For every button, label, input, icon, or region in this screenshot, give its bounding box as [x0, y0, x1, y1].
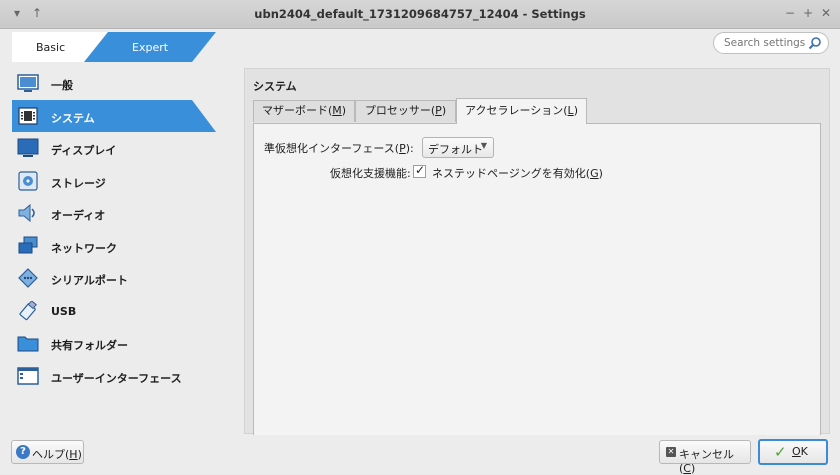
tab-processor[interactable]: プロセッサー(P) [355, 100, 456, 122]
tab-label: プロセッサー( [364, 104, 436, 117]
help-label-suffix: ) [77, 448, 82, 461]
search-icon[interactable] [808, 36, 822, 50]
help-button[interactable]: ? ヘルプ(H) [11, 440, 84, 464]
button-bar: ? ヘルプ(H) ✕ キャンセル(C) ✓ OK [0, 434, 840, 475]
nested-paging-label-suffix: ) [598, 167, 603, 180]
minimize-button[interactable]: − [782, 5, 798, 21]
sidebar-item-usb[interactable]: USB [12, 295, 217, 328]
help-mnemonic: H [69, 448, 78, 461]
paravirt-label-text: 準仮想化インターフェース( [264, 142, 400, 155]
sidebar-item-user-interface[interactable]: ユーザーインターフェース [12, 360, 217, 393]
tab-label-suffix: ) [441, 104, 447, 117]
tab-label: マザーボード( [261, 104, 333, 117]
shared-folder-icon [17, 336, 39, 352]
ok-label-suffix: K [800, 445, 808, 458]
cancel-label: キャンセル(C) [679, 446, 750, 475]
tab-motherboard[interactable]: マザーボード(M) [253, 100, 355, 122]
cancel-icon: ✕ [666, 447, 676, 457]
settings-sidebar: 一般 システム ディスプレイ ストレージ オーディオ ネットワーク シリアルポー… [12, 67, 217, 392]
sidebar-item-shared-folder[interactable]: 共有フォルダー [12, 327, 217, 360]
sidebar-item-label: ディスプレイ [51, 144, 117, 157]
page-title: システム [253, 80, 297, 93]
sidebar-item-label: ストレージ [51, 176, 106, 190]
tab-mnemonic: M [332, 104, 342, 117]
tab-label: アクセラレーション( [465, 104, 568, 117]
hwvirt-label: 仮想化支援機能: [330, 167, 411, 180]
ok-mnemonic: O [792, 445, 801, 458]
maximize-button[interactable]: + [800, 5, 816, 21]
sidebar-item-audio[interactable]: オーディオ [12, 197, 217, 230]
user-interface-icon [17, 366, 39, 385]
sidebar-item-label: 共有フォルダー [51, 339, 128, 352]
help-label-text: ヘルプ( [32, 448, 70, 461]
cancel-button[interactable]: ✕ キャンセル(C) [659, 440, 751, 475]
settings-panel: システム マザーボード(M) プロセッサー(P) アクセラレーション(L) 準仮… [244, 68, 830, 435]
general-icon [17, 74, 39, 92]
cancel-mnemonic: C [683, 462, 691, 475]
sidebar-item-general[interactable]: 一般 [12, 67, 217, 100]
nested-paging-checkbox[interactable]: ✓ [413, 163, 426, 178]
paravirt-mnemonic: P [399, 142, 406, 155]
check-icon: ✓ [415, 163, 426, 177]
audio-icon [18, 203, 35, 223]
sidebar-item-label: USB [51, 304, 77, 318]
chevron-down-icon: ▼ [480, 141, 487, 150]
paravirt-value: デフォルト [428, 143, 483, 156]
sidebar-item-network[interactable]: ネットワーク [12, 230, 217, 263]
system-icon [18, 106, 38, 125]
title-bar: ▾ ↑ ubn2404_default_1731209684757_12404 … [0, 0, 840, 29]
tab-label-suffix: ) [341, 104, 347, 117]
nested-paging-label[interactable]: ネステッドページングを有効化(G) [432, 165, 603, 181]
paravirt-select[interactable]: デフォルト ▼ [422, 137, 494, 158]
ok-button[interactable]: ✓ OK [758, 439, 828, 465]
paravirt-label-suffix: ): [405, 142, 414, 155]
sidebar-item-display[interactable]: ディスプレイ [12, 132, 217, 165]
sidebar-item-system[interactable]: システム [12, 99, 217, 133]
network-icon [18, 236, 38, 253]
selection-highlight [12, 99, 216, 132]
serial-port-icon [18, 268, 38, 288]
mode-switch[interactable]: Basic Expert [12, 32, 216, 62]
acceleration-page: 準仮想化インターフェース(P): デフォルト ▼ 仮想化支援機能: ✓ ネステッ… [253, 123, 821, 435]
sidebar-item-label: ユーザーインターフェース [51, 371, 182, 385]
tab-mnemonic: P [435, 104, 442, 117]
sidebar-item-storage[interactable]: ストレージ [12, 165, 217, 198]
cancel-label-suffix: ) [690, 462, 696, 475]
tab-label-suffix: ) [573, 104, 578, 117]
help-icon: ? [16, 445, 30, 459]
nested-paging-mnemonic: G [590, 167, 599, 180]
close-button[interactable]: ✕ [818, 5, 834, 21]
mode-basic-label[interactable]: Basic [36, 41, 65, 54]
tab-acceleration[interactable]: アクセラレーション(L) [456, 98, 587, 124]
sidebar-item-label: 一般 [51, 79, 73, 92]
usb-icon [19, 300, 37, 320]
help-label: ヘルプ(H) [32, 446, 82, 462]
sidebar-item-serial-port[interactable]: シリアルポート [12, 262, 217, 295]
mode-expert-label[interactable]: Expert [132, 41, 168, 54]
sidebar-item-label: システム [51, 111, 95, 125]
ok-check-icon: ✓ [774, 443, 787, 461]
search-input[interactable] [724, 36, 806, 50]
ok-label: OK [792, 445, 808, 458]
sidebar-item-label: シリアルポート [51, 274, 128, 287]
nested-paging-label-text: ネステッドページングを有効化( [432, 167, 591, 180]
search-box[interactable] [713, 32, 829, 54]
display-icon [17, 138, 39, 157]
storage-icon [18, 170, 38, 191]
sidebar-item-label: オーディオ [51, 209, 106, 222]
window-title: ubn2404_default_1731209684757_12404 - Se… [254, 7, 586, 21]
sidebar-item-label: ネットワーク [51, 241, 117, 255]
paravirt-label: 準仮想化インターフェース(P): [264, 140, 414, 156]
